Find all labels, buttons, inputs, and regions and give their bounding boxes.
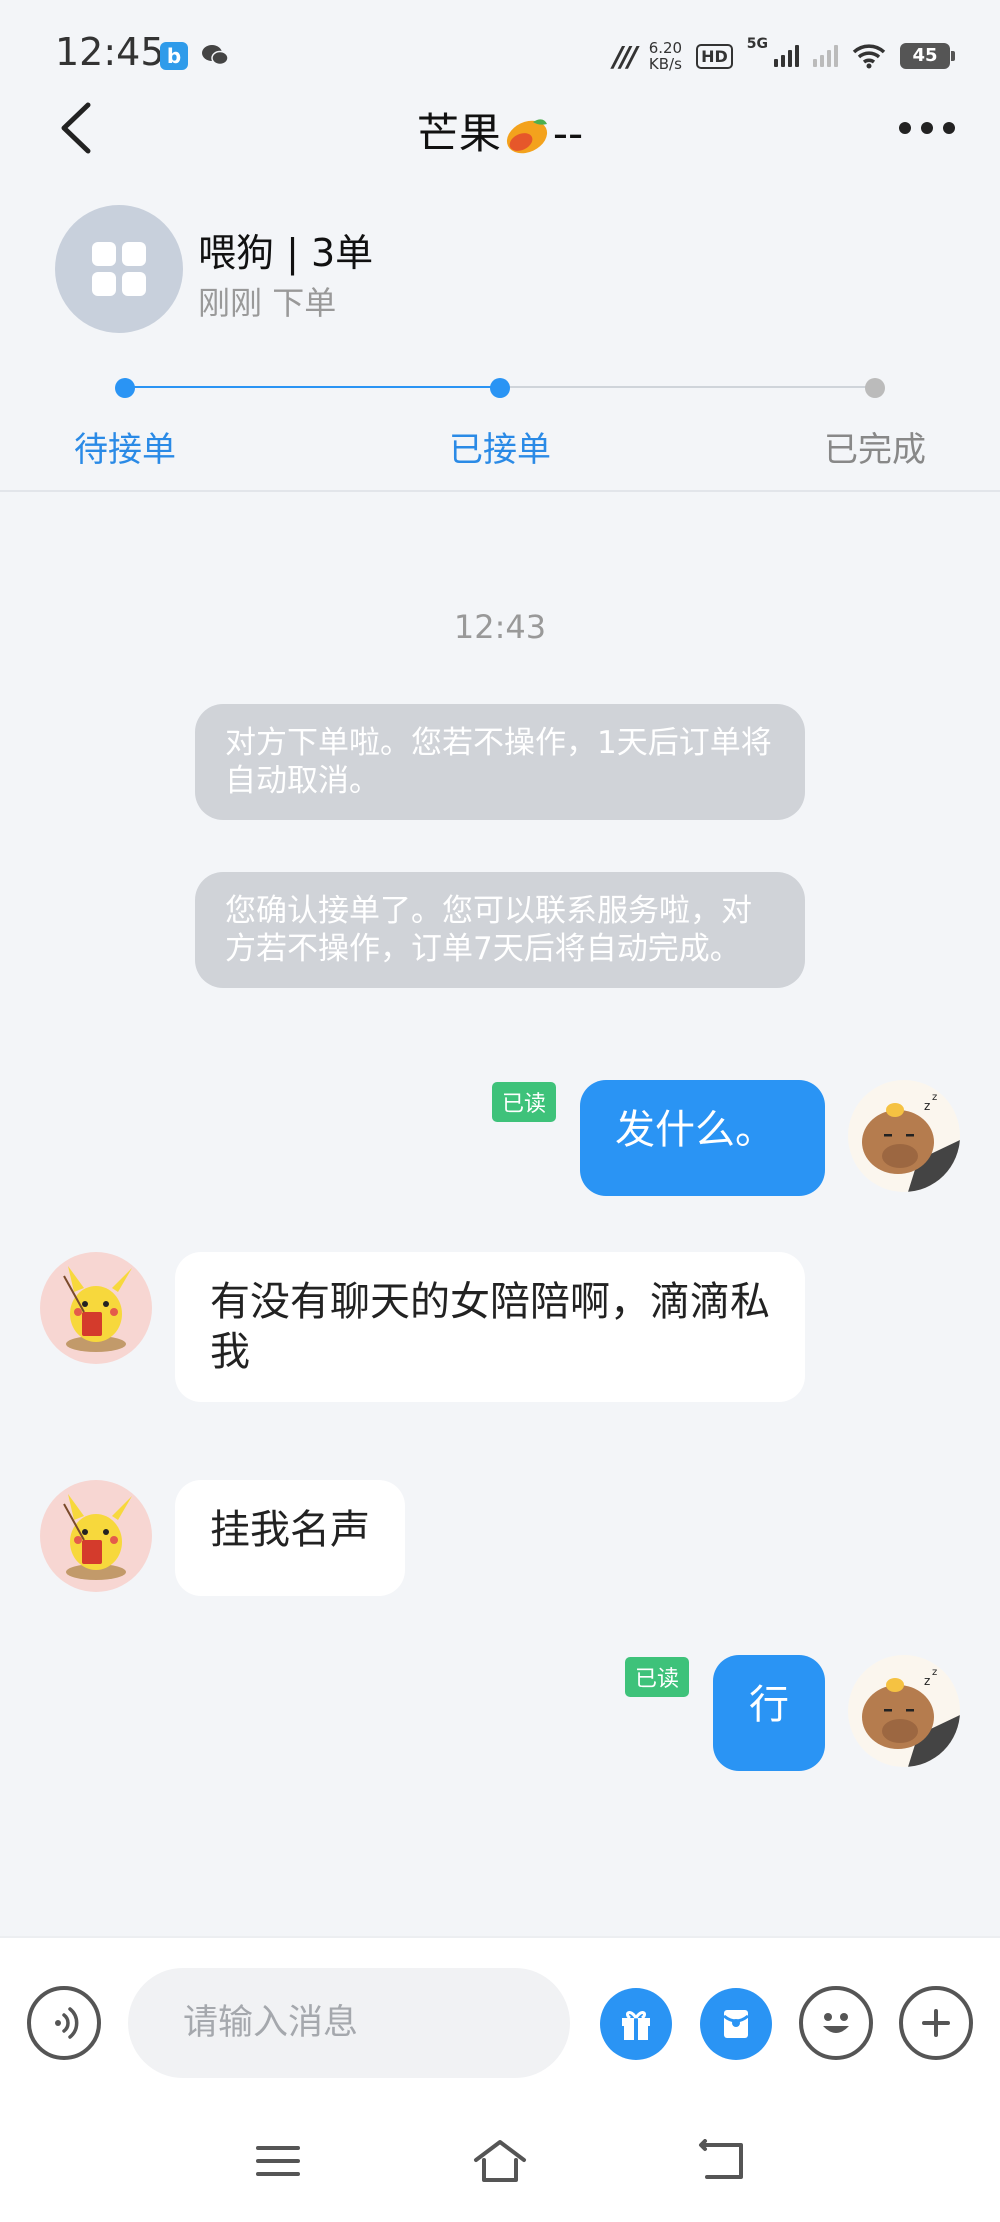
title-suffix: -- xyxy=(552,109,584,158)
message-input[interactable] xyxy=(128,1968,570,2078)
wechat-icon xyxy=(202,45,229,66)
app-grid-icon xyxy=(92,242,146,296)
network-type: 5G xyxy=(746,36,768,52)
svg-text:z: z xyxy=(932,1092,937,1103)
order-time: 刚刚 xyxy=(198,284,263,322)
read-badge: 已读 xyxy=(492,1082,557,1122)
signal-icon-secondary xyxy=(813,45,838,67)
my-avatar[interactable]: z z xyxy=(848,1655,960,1767)
pikachu-avatar-icon xyxy=(63,1266,132,1352)
status-time: 12:45 xyxy=(55,30,165,74)
progress-line-pending xyxy=(500,386,875,388)
nfc-icon: /// xyxy=(613,39,638,73)
signal-icon xyxy=(774,45,799,67)
gift-icon[interactable] xyxy=(600,1988,672,2060)
contact-avatar[interactable] xyxy=(40,1252,152,1364)
contact-avatar[interactable] xyxy=(40,1480,152,1592)
page-title: 芒果 -- xyxy=(0,100,1000,161)
step-label-pending-accept[interactable]: 待接单 xyxy=(74,422,176,471)
progress-line-done xyxy=(125,386,500,388)
capybara-avatar-icon: z z xyxy=(862,1092,960,1192)
order-action: 下单 xyxy=(272,284,337,322)
home-icon[interactable] xyxy=(470,2134,530,2188)
svg-text:z: z xyxy=(932,1667,937,1678)
step-label-accepted[interactable]: 已接单 xyxy=(449,422,551,471)
input-bar xyxy=(0,1936,1000,2096)
my-message-bubble[interactable]: 行 xyxy=(713,1655,825,1771)
contact-message-bubble[interactable]: 有没有聊天的女陪陪啊，滴滴私我 xyxy=(175,1252,805,1402)
order-subtitle: 刚刚 下单 xyxy=(198,278,336,324)
order-title: 喂狗 | 3单 xyxy=(198,231,374,275)
capybara-avatar-icon: z z xyxy=(862,1667,960,1767)
pikachu-avatar-icon xyxy=(63,1494,132,1580)
title-text: 芒果 xyxy=(416,109,501,158)
menu-icon[interactable] xyxy=(248,2134,308,2188)
battery-icon: 45 xyxy=(900,43,955,69)
status-bar: 12:45 b /// 6.20 KB/s HD 5G 45 xyxy=(0,0,1000,110)
my-avatar[interactable]: z z xyxy=(848,1080,960,1192)
divider xyxy=(0,490,1000,492)
svg-text:z: z xyxy=(924,1099,930,1113)
system-message: 您确认接单了。您可以联系服务啦，对方若不操作，订单7天后将自动完成。 xyxy=(195,872,805,988)
system-message: 对方下单啦。您若不操作，1天后订单将自动取消。 xyxy=(195,704,805,820)
back-icon[interactable] xyxy=(692,2134,752,2188)
system-nav-bar xyxy=(0,2096,1000,2222)
wifi-icon xyxy=(852,44,886,69)
app-notification-icon: b xyxy=(160,42,188,70)
hd-icon: HD xyxy=(696,43,733,69)
emoji-icon[interactable] xyxy=(799,1986,873,2060)
step-dot-pending-accept xyxy=(115,378,135,398)
plus-icon[interactable] xyxy=(899,1986,973,2060)
step-dot-accepted xyxy=(490,378,510,398)
order-avatar[interactable] xyxy=(55,205,183,333)
network-speed: 6.20 KB/s xyxy=(648,39,683,73)
svg-text:z: z xyxy=(924,1674,930,1688)
voice-icon[interactable] xyxy=(27,1986,101,2060)
red-packet-icon[interactable] xyxy=(700,1988,772,2060)
more-dots-icon[interactable] xyxy=(892,110,962,146)
step-label-completed[interactable]: 已完成 xyxy=(824,422,926,471)
read-badge: 已读 xyxy=(625,1657,690,1697)
mango-emoji-icon xyxy=(506,119,547,154)
contact-message-bubble[interactable]: 挂我名声 xyxy=(175,1480,405,1596)
my-message-bubble[interactable]: 发什么。 xyxy=(580,1080,825,1196)
chat-timestamp: 12:43 xyxy=(453,608,547,646)
order-progress: 待接单 已接单 已完成 xyxy=(0,370,1000,480)
step-dot-completed xyxy=(865,378,885,398)
